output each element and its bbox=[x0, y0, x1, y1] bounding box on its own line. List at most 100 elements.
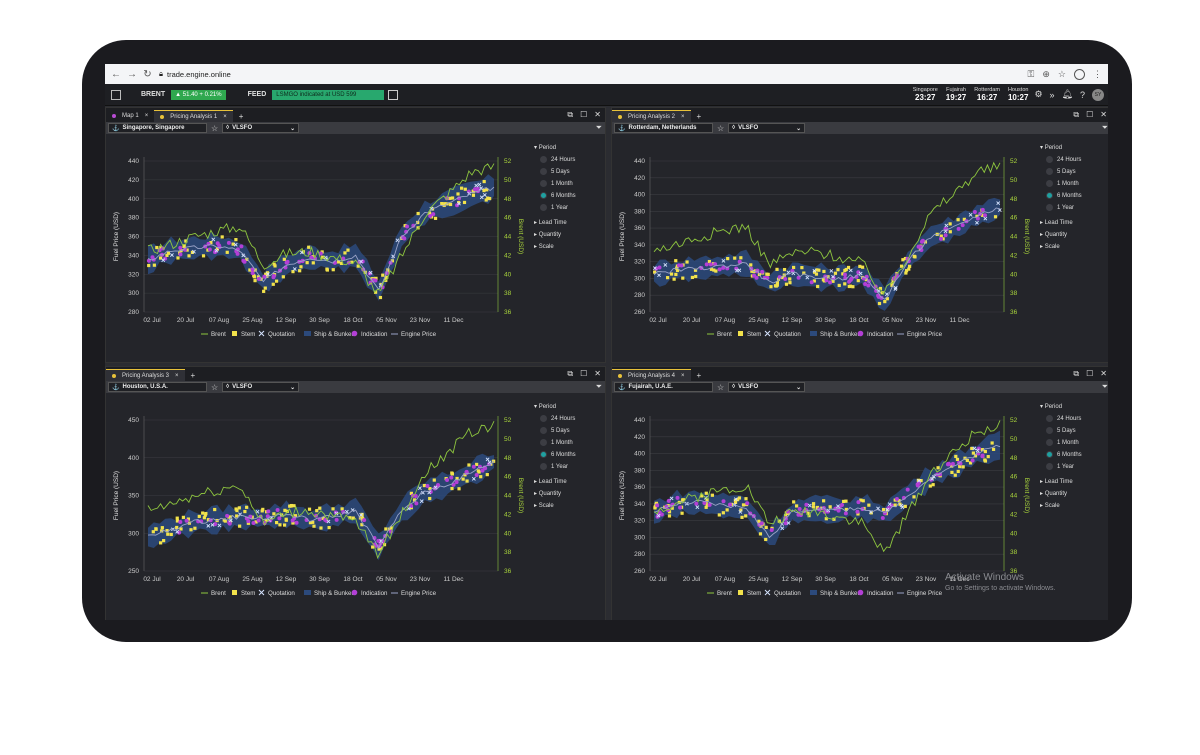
menu-icon[interactable]: ⋮ bbox=[1093, 69, 1102, 80]
close-icon[interactable]: ✕ bbox=[594, 369, 601, 379]
radio-button[interactable] bbox=[540, 204, 547, 211]
section-scale[interactable]: ▸ Scale bbox=[1040, 502, 1108, 509]
tab-close-icon[interactable]: × bbox=[145, 113, 149, 119]
radio-button[interactable] bbox=[1046, 439, 1053, 446]
add-tab-button[interactable]: + bbox=[185, 369, 202, 381]
maximize-icon[interactable]: ☐ bbox=[1086, 110, 1093, 120]
radio-button[interactable] bbox=[1046, 451, 1053, 458]
radio-button[interactable] bbox=[540, 463, 547, 470]
fuel-select[interactable]: ◊ VLSFO ⌄ bbox=[728, 123, 806, 133]
favorite-star-icon[interactable]: ☆ bbox=[211, 383, 218, 392]
period-option[interactable]: 5 Days bbox=[1046, 168, 1108, 175]
section-quantity[interactable]: ▸ Quantity bbox=[1040, 231, 1108, 238]
period-header[interactable]: ▾ Period bbox=[1040, 144, 1108, 151]
settings-gear-icon[interactable]: ⚙ bbox=[1034, 89, 1042, 100]
close-icon[interactable]: ✕ bbox=[594, 110, 601, 120]
period-option[interactable]: 6 Months bbox=[540, 192, 604, 199]
period-option[interactable]: 5 Days bbox=[540, 427, 604, 434]
period-header[interactable]: ▾ Period bbox=[534, 403, 604, 410]
port-select[interactable]: ⚓ Fujairah, U.A.E. bbox=[614, 382, 713, 392]
maximize-icon[interactable]: ☐ bbox=[580, 369, 587, 379]
zoom-icon[interactable]: ⊕ bbox=[1042, 69, 1050, 80]
panel-tab[interactable]: Map 1 × bbox=[106, 110, 154, 122]
radio-button[interactable] bbox=[1046, 415, 1053, 422]
panel-tab[interactable]: Pricing Analysis 4 × bbox=[612, 369, 691, 381]
period-option[interactable]: 6 Months bbox=[1046, 451, 1108, 458]
tab-close-icon[interactable]: × bbox=[681, 114, 685, 120]
section-quantity[interactable]: ▸ Quantity bbox=[534, 231, 604, 238]
filter-funnel-icon[interactable]: ⏷ bbox=[1102, 382, 1108, 392]
tab-close-icon[interactable]: × bbox=[175, 373, 179, 379]
filter-funnel-icon[interactable]: ⏷ bbox=[596, 382, 602, 392]
panel-tab[interactable]: Pricing Analysis 1 × bbox=[154, 110, 233, 122]
user-avatar[interactable]: SY bbox=[1092, 88, 1104, 101]
fuel-select[interactable]: ◊ VLSFO ⌄ bbox=[222, 382, 300, 392]
help-icon[interactable]: ? bbox=[1080, 90, 1085, 100]
filter-funnel-icon[interactable]: ⏷ bbox=[1102, 123, 1108, 133]
period-option[interactable]: 5 Days bbox=[540, 168, 604, 175]
popout-icon[interactable]: ⧉ bbox=[567, 369, 573, 379]
radio-button[interactable] bbox=[540, 180, 547, 187]
panel-tab[interactable]: Pricing Analysis 3 × bbox=[106, 369, 185, 381]
favorite-star-icon[interactable]: ☆ bbox=[717, 383, 724, 392]
app-logo-icon[interactable] bbox=[111, 89, 121, 100]
favorite-star-icon[interactable]: ☆ bbox=[211, 124, 218, 133]
star-icon[interactable]: ☆ bbox=[1058, 69, 1066, 80]
radio-button[interactable] bbox=[1046, 463, 1053, 470]
radio-button[interactable] bbox=[540, 156, 547, 163]
period-option[interactable]: 1 Month bbox=[540, 439, 604, 446]
period-header[interactable]: ▾ Period bbox=[1040, 403, 1108, 410]
popout-icon[interactable]: ⧉ bbox=[567, 110, 573, 120]
period-header[interactable]: ▾ Period bbox=[534, 144, 604, 151]
section-lead-time[interactable]: ▸ Lead Time bbox=[1040, 478, 1108, 485]
section-scale[interactable]: ▸ Scale bbox=[534, 502, 604, 509]
period-option[interactable]: 1 Year bbox=[540, 204, 604, 211]
radio-button[interactable] bbox=[1046, 204, 1053, 211]
section-lead-time[interactable]: ▸ Lead Time bbox=[1040, 219, 1108, 226]
radio-button[interactable] bbox=[540, 427, 547, 434]
section-scale[interactable]: ▸ Scale bbox=[534, 243, 604, 250]
section-quantity[interactable]: ▸ Quantity bbox=[534, 490, 604, 497]
period-option[interactable]: 1 Month bbox=[1046, 180, 1108, 187]
radio-button[interactable] bbox=[540, 192, 547, 199]
radio-button[interactable] bbox=[540, 451, 547, 458]
period-option[interactable]: 24 Hours bbox=[540, 415, 604, 422]
port-select[interactable]: ⚓ Singapore, Singapore bbox=[108, 123, 207, 133]
forward-icon[interactable]: → bbox=[127, 69, 137, 80]
period-option[interactable]: 24 Hours bbox=[540, 156, 604, 163]
panel-tab[interactable]: Pricing Analysis 2 × bbox=[612, 110, 691, 122]
popout-icon[interactable]: ⧉ bbox=[1073, 369, 1079, 379]
radio-button[interactable] bbox=[1046, 156, 1053, 163]
period-option[interactable]: 5 Days bbox=[1046, 427, 1108, 434]
radio-button[interactable] bbox=[540, 439, 547, 446]
radio-button[interactable] bbox=[1046, 192, 1053, 199]
profile-icon[interactable] bbox=[1074, 68, 1085, 80]
feed-settings-icon[interactable] bbox=[388, 89, 399, 100]
radio-button[interactable] bbox=[540, 415, 547, 422]
period-option[interactable]: 1 Year bbox=[1046, 463, 1108, 470]
radio-button[interactable] bbox=[1046, 427, 1053, 434]
expand-icon[interactable]: » bbox=[1050, 90, 1055, 100]
address-bar[interactable]: 🔒︎ trade.engine.online bbox=[159, 69, 231, 79]
key-icon[interactable]: ⚿ bbox=[1028, 69, 1035, 80]
close-icon[interactable]: ✕ bbox=[1100, 110, 1107, 120]
radio-button[interactable] bbox=[1046, 180, 1053, 187]
favorite-star-icon[interactable]: ☆ bbox=[717, 124, 724, 133]
period-option[interactable]: 24 Hours bbox=[1046, 415, 1108, 422]
maximize-icon[interactable]: ☐ bbox=[1086, 369, 1093, 379]
period-option[interactable]: 6 Months bbox=[540, 451, 604, 458]
period-option[interactable]: 6 Months bbox=[1046, 192, 1108, 199]
tab-close-icon[interactable]: × bbox=[223, 114, 227, 120]
back-icon[interactable]: ← bbox=[111, 69, 121, 80]
add-tab-button[interactable]: + bbox=[691, 110, 708, 122]
port-select[interactable]: ⚓ Rotterdam, Netherlands bbox=[614, 123, 713, 133]
maximize-icon[interactable]: ☐ bbox=[580, 110, 587, 120]
reload-icon[interactable]: ↻ bbox=[143, 69, 152, 80]
section-lead-time[interactable]: ▸ Lead Time bbox=[534, 219, 604, 226]
filter-funnel-icon[interactable]: ⏷ bbox=[596, 123, 602, 133]
period-option[interactable]: 24 Hours bbox=[1046, 156, 1108, 163]
fuel-select[interactable]: ◊ VLSFO ⌄ bbox=[222, 123, 300, 133]
radio-button[interactable] bbox=[1046, 168, 1053, 175]
period-option[interactable]: 1 Year bbox=[540, 463, 604, 470]
add-tab-button[interactable]: + bbox=[233, 110, 250, 122]
